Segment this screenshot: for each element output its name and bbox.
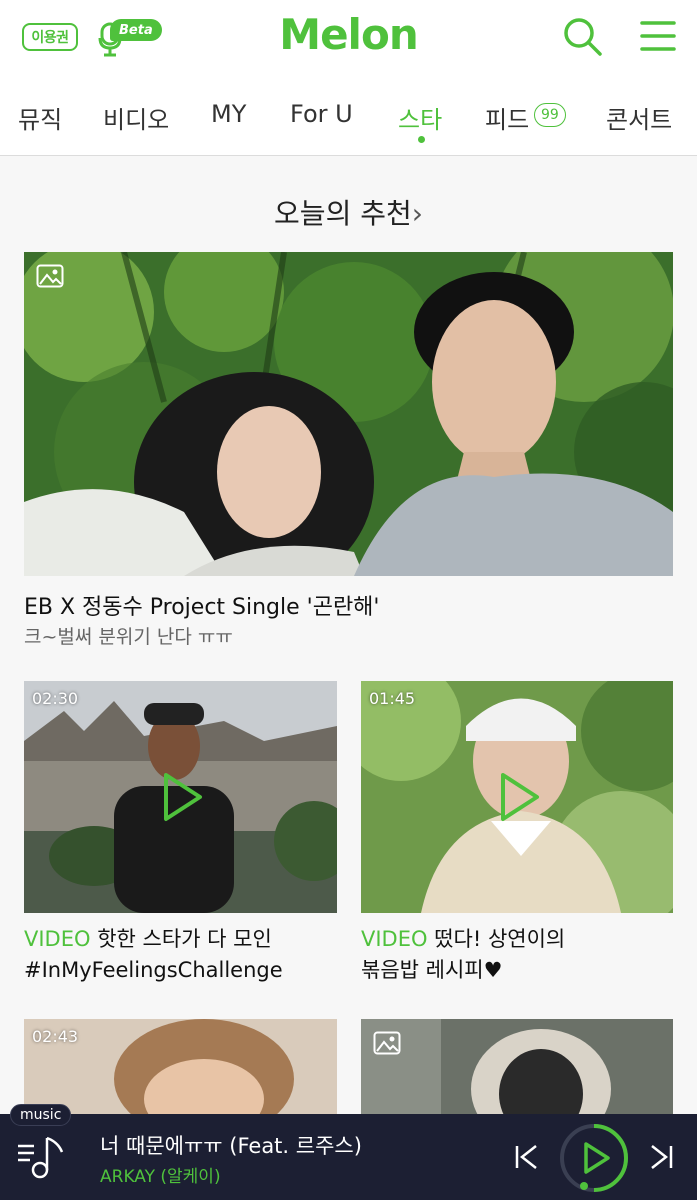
tab-music[interactable]: 뮤직 xyxy=(18,100,62,135)
section-title-link[interactable]: 오늘의 추천› xyxy=(0,192,697,232)
next-track-icon[interactable] xyxy=(644,1140,678,1174)
search-icon[interactable] xyxy=(562,16,604,58)
photo-icon xyxy=(36,264,64,288)
video-title[interactable]: VIDEO 떴다! 상연이의 볶음밥 레시피♥ xyxy=(361,924,565,986)
video-tag: VIDEO xyxy=(24,927,91,951)
video-title-line2: 볶음밥 레시피♥ xyxy=(361,958,503,982)
tab-star[interactable]: 스타 xyxy=(398,100,442,135)
hero-photo xyxy=(24,252,673,576)
video-thumbnail[interactable]: 02:30 xyxy=(24,681,337,913)
tab-video[interactable]: 비디오 xyxy=(103,100,169,135)
video-title-line1: 핫한 스타가 다 모인 xyxy=(97,927,272,951)
music-badge: music xyxy=(10,1104,72,1126)
now-playing-artist[interactable]: ARKAY (알케이) xyxy=(100,1162,221,1187)
hamburger-menu-icon[interactable] xyxy=(640,18,676,54)
video-thumbnail[interactable]: 01:45 xyxy=(361,681,673,913)
now-playing-title[interactable]: 너 때문에ㅠㅠ (Feat. 르주스) xyxy=(100,1130,362,1160)
video-thumbnail[interactable]: 02:43 xyxy=(24,1019,337,1114)
image-card-thumbnail[interactable] xyxy=(361,1019,673,1114)
play-pause-button[interactable] xyxy=(558,1122,630,1194)
category-tabs: 뮤직 비디오 MY For U 스타 피드 콘서트 xyxy=(0,80,697,156)
hero-card-image[interactable] xyxy=(24,252,673,576)
tab-feed[interactable]: 피드 xyxy=(485,100,529,135)
hero-title[interactable]: EB X 정동수 Project Single '곤란해' xyxy=(24,589,379,621)
video-duration: 02:30 xyxy=(32,689,79,708)
top-header: 이용권 Beta Melon xyxy=(0,0,697,80)
video-title-line2: #InMyFeelingsChallenge xyxy=(24,958,283,982)
video-title[interactable]: VIDEO 핫한 스타가 다 모인 #InMyFeelingsChallenge xyxy=(24,924,283,986)
image-card-photo xyxy=(361,1019,673,1114)
tab-for-u[interactable]: For U xyxy=(290,100,353,128)
play-icon[interactable] xyxy=(158,769,206,825)
play-icon[interactable] xyxy=(495,769,543,825)
chevron-right-icon: › xyxy=(411,197,423,230)
playlist-music-note-icon[interactable] xyxy=(14,1132,70,1182)
hero-subtitle: 크~벌써 분위기 난다 ㅠㅠ xyxy=(24,626,233,648)
active-tab-indicator xyxy=(418,136,425,143)
video-title-line1: 떴다! 상연이의 xyxy=(434,927,566,951)
tab-my[interactable]: MY xyxy=(211,100,246,128)
feed-count-badge: 99 xyxy=(534,103,566,127)
video-duration: 01:45 xyxy=(369,689,416,708)
video-tag: VIDEO xyxy=(361,927,428,951)
previous-track-icon[interactable] xyxy=(510,1140,544,1174)
tab-concert[interactable]: 콘서트 xyxy=(606,100,672,135)
photo-icon xyxy=(373,1031,401,1055)
video-duration: 02:43 xyxy=(32,1027,79,1046)
section-title: 오늘의 추천 xyxy=(274,197,412,230)
